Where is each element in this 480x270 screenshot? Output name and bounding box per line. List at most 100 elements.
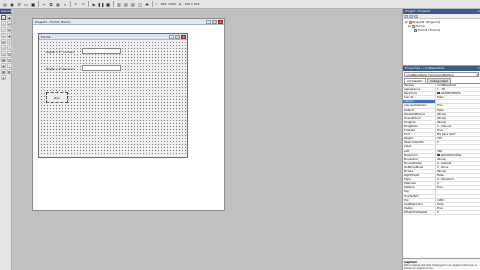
- object-selector[interactable]: cmdResultado CommandButton ▾: [404, 72, 479, 77]
- maximize-icon[interactable]: □: [175, 34, 180, 39]
- cut-icon[interactable]: ✂: [41, 1, 47, 7]
- property-value[interactable]: &H00C0C0C0&: [436, 153, 480, 157]
- timer-icon[interactable]: ◷: [1, 51, 6, 56]
- redo-icon[interactable]: ↷: [80, 1, 86, 7]
- listbox-icon[interactable]: ☰: [7, 39, 12, 44]
- close-icon[interactable]: ×: [218, 19, 223, 24]
- label-second-number[interactable]: Digite o 2º Número: [46, 67, 75, 71]
- menu-editor-icon[interactable]: ☰: [16, 1, 22, 7]
- run-button[interactable]: Run: [46, 92, 68, 103]
- property-name: MousePointer: [403, 161, 436, 165]
- paste-icon[interactable]: ▦: [55, 1, 61, 7]
- image-icon[interactable]: ▩: [1, 69, 6, 74]
- textbox-first-number[interactable]: [82, 48, 121, 54]
- property-value[interactable]: True: [436, 104, 480, 107]
- picture-icon[interactable]: ▣: [7, 15, 12, 20]
- close-icon[interactable]: ×: [181, 34, 186, 39]
- form-layout-icon[interactable]: ▨: [130, 1, 136, 7]
- chevron-down-icon[interactable]: ▾: [476, 73, 478, 77]
- property-value[interactable]: True: [436, 186, 480, 189]
- property-value[interactable]: (None): [436, 170, 480, 173]
- tab-categorized[interactable]: Categorized: [426, 78, 452, 83]
- collapse-icon[interactable]: ⊟: [408, 24, 411, 28]
- pointer-icon[interactable]: ↖: [1, 15, 6, 20]
- form-designer-titlebar[interactable]: Project1 - Form1 (Form) – □ ×: [33, 19, 224, 25]
- copy-icon[interactable]: ⧉: [48, 1, 54, 7]
- property-value[interactable]: 1 - 3D: [436, 88, 480, 91]
- property-value[interactable]: 375: [436, 137, 480, 140]
- form1-titlebar[interactable]: Form1 – □ ×: [39, 34, 187, 40]
- frame-icon[interactable]: ▭: [1, 27, 6, 32]
- tab-alphabetic[interactable]: Alphabetic: [404, 78, 426, 83]
- file-icon[interactable]: ▧: [7, 57, 12, 62]
- property-value[interactable]: 0 - Manual: [436, 125, 480, 128]
- textbox-icon[interactable]: ab: [7, 21, 12, 26]
- end-icon[interactable]: ■: [105, 1, 111, 7]
- textbox-second-number[interactable]: [82, 65, 121, 71]
- property-value[interactable]: True: [436, 129, 480, 132]
- open-icon[interactable]: ▭: [23, 1, 29, 7]
- line-icon[interactable]: ╲: [7, 63, 12, 68]
- object-browser-icon[interactable]: ◫: [137, 1, 143, 7]
- property-row[interactable]: WhatsThisHelpID 0: [403, 210, 480, 215]
- shape-icon[interactable]: ◆: [1, 63, 6, 68]
- find-icon[interactable]: ⌕: [62, 1, 68, 7]
- property-value[interactable]: 0: [436, 211, 480, 214]
- tree-item-form1[interactable]: Form1 (Form1): [405, 28, 478, 32]
- property-value[interactable]: [436, 145, 480, 148]
- toolbox-icon[interactable]: ✚: [144, 1, 150, 7]
- maximize-icon[interactable]: □: [212, 19, 217, 24]
- vscroll-icon[interactable]: ⇕: [7, 45, 12, 50]
- folder-icon[interactable]: ▦: [1, 57, 6, 62]
- add-form-icon[interactable]: ▣: [9, 1, 15, 7]
- properties-icon[interactable]: ▧: [123, 1, 129, 7]
- property-value[interactable]: True: [436, 207, 480, 210]
- data-icon[interactable]: ◧: [7, 69, 12, 74]
- optionbutton-icon[interactable]: ◉: [7, 33, 12, 38]
- label-icon[interactable]: A: [1, 21, 6, 26]
- commandbutton-icon[interactable]: ▬: [7, 27, 12, 32]
- drive-icon[interactable]: ▥: [7, 51, 12, 56]
- property-value[interactable]: 0 - Standard: [436, 178, 480, 181]
- view-code-icon[interactable]: [404, 14, 408, 18]
- property-value[interactable]: 1080: [436, 199, 480, 202]
- new-project-icon[interactable]: ▤: [2, 1, 8, 7]
- property-value[interactable]: (None): [436, 121, 480, 124]
- form1-design-grid[interactable]: Digite o 1º número Digite o 2º Número Ru…: [40, 41, 186, 156]
- property-value[interactable]: [436, 190, 480, 193]
- property-value[interactable]: [436, 195, 480, 198]
- view-object-icon[interactable]: [409, 14, 413, 18]
- property-name: Default: [403, 108, 436, 112]
- property-value[interactable]: 360: [436, 150, 480, 153]
- label-first-number[interactable]: Digite o 1º número: [46, 50, 75, 54]
- property-value[interactable]: (None): [436, 117, 480, 120]
- property-value[interactable]: (None): [436, 158, 480, 161]
- undo-icon[interactable]: ↶: [73, 1, 79, 7]
- property-value[interactable]: 4: [436, 182, 480, 185]
- checkbox-icon[interactable]: ☑: [1, 33, 6, 38]
- combobox-icon[interactable]: ▤: [1, 39, 6, 44]
- toggle-folders-icon[interactable]: [414, 14, 418, 18]
- property-value[interactable]: False: [436, 109, 480, 112]
- property-value[interactable]: &H8000000F&: [436, 92, 480, 95]
- start-icon[interactable]: ▶: [91, 1, 97, 7]
- property-value[interactable]: False: [436, 96, 480, 99]
- property-value[interactable]: 0 - Default: [436, 162, 480, 165]
- ole-icon[interactable]: ◈: [1, 75, 6, 80]
- project-explorer-icon[interactable]: ▥: [116, 1, 122, 7]
- property-value[interactable]: [436, 100, 480, 103]
- property-value[interactable]: False: [436, 174, 480, 177]
- property-value[interactable]: 0 - None: [436, 166, 480, 169]
- form1-window[interactable]: Form1 – □ × Digite o 1º número Digite o …: [38, 33, 188, 158]
- property-value[interactable]: MS Sans Serif: [436, 133, 480, 136]
- property-value[interactable]: 0: [436, 141, 480, 144]
- property-value[interactable]: (None): [436, 113, 480, 116]
- tree-item-label: Form1 (Form1): [418, 28, 441, 32]
- property-value[interactable]: cmdResultado: [436, 84, 480, 87]
- minimize-icon[interactable]: –: [169, 34, 174, 39]
- hscroll-icon[interactable]: ⇔: [1, 45, 6, 50]
- break-icon[interactable]: ❚❚: [98, 1, 105, 7]
- minimize-icon[interactable]: –: [206, 19, 211, 24]
- save-icon[interactable]: ■: [30, 1, 36, 7]
- property-value[interactable]: False: [436, 203, 480, 206]
